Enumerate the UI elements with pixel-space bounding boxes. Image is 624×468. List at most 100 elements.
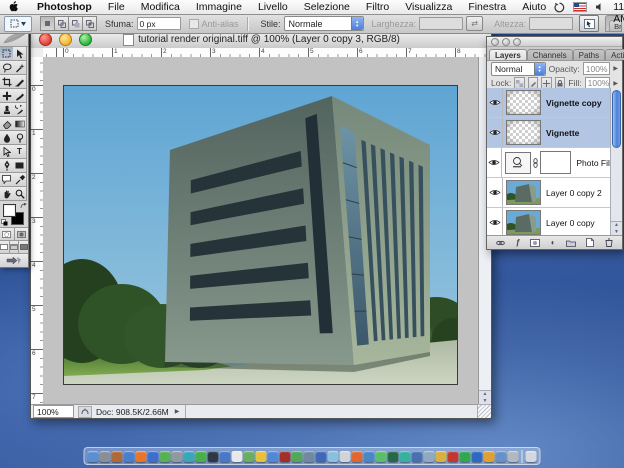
shape-tool[interactable] (13, 159, 27, 173)
layer-thumbnail[interactable] (506, 180, 541, 205)
visibility-eye-icon[interactable] (487, 88, 503, 117)
dock-app-icon[interactable] (436, 451, 447, 462)
dock-app-icon[interactable] (496, 451, 507, 462)
tab-channels[interactable]: Channels (527, 49, 573, 60)
layer-row-photo-filter[interactable]: Photo Filte... (487, 148, 622, 178)
palette-zoom-button[interactable] (513, 38, 521, 46)
scrollbar-arrows-icon[interactable]: ▲▼ (479, 390, 491, 405)
zoom-tool[interactable] (13, 187, 27, 201)
layer-row-layer0-copy[interactable]: Layer 0 copy (487, 208, 622, 236)
palette-scrollbar[interactable]: ▲▼ (610, 88, 622, 236)
dock-app-icon[interactable] (88, 451, 99, 462)
rectangular-marquee-tool[interactable] (0, 47, 14, 61)
tab-layers[interactable]: Layers (489, 49, 527, 60)
dock-app-icon[interactable] (448, 451, 459, 462)
dock-app-icon[interactable] (292, 451, 303, 462)
zoom-level-input[interactable]: 100% (33, 405, 74, 418)
dock-app-icon[interactable] (352, 451, 363, 462)
dock-app-icon[interactable] (148, 451, 159, 462)
canvas-area[interactable] (43, 57, 479, 405)
volume-icon[interactable] (595, 2, 605, 12)
standard-screen-mode-button[interactable] (0, 241, 10, 253)
sync-menu-icon[interactable] (554, 2, 565, 13)
magic-wand-tool[interactable] (13, 61, 27, 75)
menu-modifica[interactable]: Modifica (133, 1, 188, 13)
new-group-button[interactable] (566, 239, 576, 247)
dock-app-icon[interactable] (424, 451, 435, 462)
menu-file[interactable]: File (100, 1, 133, 13)
status-menu-icon[interactable] (78, 406, 92, 418)
layer-row-layer0-copy2[interactable]: Layer 0 copy 2 (487, 178, 622, 208)
brush-tool[interactable] (13, 89, 27, 103)
input-language-flag-icon[interactable] (573, 2, 587, 12)
window-resize-grip[interactable] (477, 404, 491, 418)
layer-mask-thumbnail[interactable] (540, 151, 571, 174)
dock-app-icon[interactable] (184, 451, 195, 462)
notes-tool[interactable] (0, 173, 14, 187)
gradient-tool[interactable] (13, 117, 27, 131)
pen-tool[interactable] (0, 159, 14, 173)
fullscreen-with-menu-button[interactable] (10, 241, 20, 253)
dock-app-icon[interactable] (256, 451, 267, 462)
blur-tool[interactable] (0, 131, 14, 145)
slice-tool[interactable] (13, 75, 27, 89)
default-colors-icon[interactable] (1, 219, 8, 226)
dock-app-icon[interactable] (124, 451, 135, 462)
dock-app-icon[interactable] (160, 451, 171, 462)
layer-name[interactable]: Vignette copy (544, 98, 602, 108)
type-tool[interactable]: T (13, 145, 27, 159)
palette-scrollbar-thumb[interactable] (612, 90, 621, 148)
add-layer-style-button[interactable]: ƒ (516, 239, 520, 247)
move-tool[interactable] (13, 47, 27, 61)
width-input[interactable] (419, 17, 463, 30)
edit-in-imageready-button[interactable] (0, 254, 28, 267)
new-layer-button[interactable] (586, 238, 594, 247)
dock-app-icon[interactable] (376, 451, 387, 462)
canvas-image[interactable] (63, 85, 458, 385)
palette-title-bar[interactable] (487, 37, 622, 47)
healing-brush-tool[interactable] (0, 89, 14, 103)
layer-row-vignette[interactable]: Vignette (487, 118, 622, 148)
opacity-value[interactable]: 100% (583, 62, 611, 75)
dock-app-icon[interactable] (400, 451, 411, 462)
menu-livello[interactable]: Livello (250, 1, 296, 13)
fill-popup-arrow-icon[interactable]: ▶ (613, 80, 618, 87)
dock-app-icon[interactable] (196, 451, 207, 462)
dock-app-icon[interactable] (268, 451, 279, 462)
dock-app-icon[interactable] (364, 451, 375, 462)
dock-app-icon[interactable] (508, 451, 519, 462)
visibility-eye-icon[interactable] (487, 178, 503, 207)
dock-app-icon[interactable] (316, 451, 327, 462)
feather-input[interactable]: 0 px (137, 17, 181, 30)
layer-thumbnail[interactable] (506, 210, 541, 235)
tool-preset-picker[interactable] (4, 16, 32, 32)
menu-visualizza[interactable]: Visualizza (397, 1, 460, 13)
dock-app-icon[interactable] (412, 451, 423, 462)
layer-row-vignette-copy[interactable]: Vignette copy (487, 88, 622, 118)
dock-app-icon[interactable] (340, 451, 351, 462)
swap-dimensions-button[interactable]: ⇄ (466, 16, 483, 31)
dock-trash-icon[interactable] (526, 451, 537, 462)
menu-photoshop[interactable]: Photoshop (29, 1, 100, 13)
mask-link-icon[interactable] (533, 158, 538, 168)
palette-minimize-button[interactable] (502, 38, 510, 46)
tab-paths[interactable]: Paths (573, 49, 605, 60)
visibility-eye-icon[interactable] (487, 118, 503, 147)
style-dropdown[interactable]: Normale ▲▼ (284, 16, 364, 31)
dock-app-icon[interactable] (244, 451, 255, 462)
dock-app-icon[interactable] (472, 451, 483, 462)
hand-tool[interactable] (0, 187, 14, 201)
dock-app-icon[interactable] (328, 451, 339, 462)
eraser-tool[interactable] (0, 117, 14, 131)
quick-mask-mode-button[interactable] (15, 228, 29, 240)
delete-layer-button[interactable] (605, 238, 613, 247)
close-button[interactable] (39, 33, 52, 46)
dock-app-icon[interactable] (208, 451, 219, 462)
clone-stamp-tool[interactable] (0, 103, 14, 117)
status-popup-arrow-icon[interactable]: ▶ (175, 408, 180, 415)
dock-app-icon[interactable] (304, 451, 315, 462)
dock-app-icon[interactable] (232, 451, 243, 462)
dock-app-icon[interactable] (100, 451, 111, 462)
visibility-eye-icon[interactable] (487, 208, 503, 236)
blend-mode-dropdown[interactable]: Normal ▲▼ (491, 62, 546, 76)
